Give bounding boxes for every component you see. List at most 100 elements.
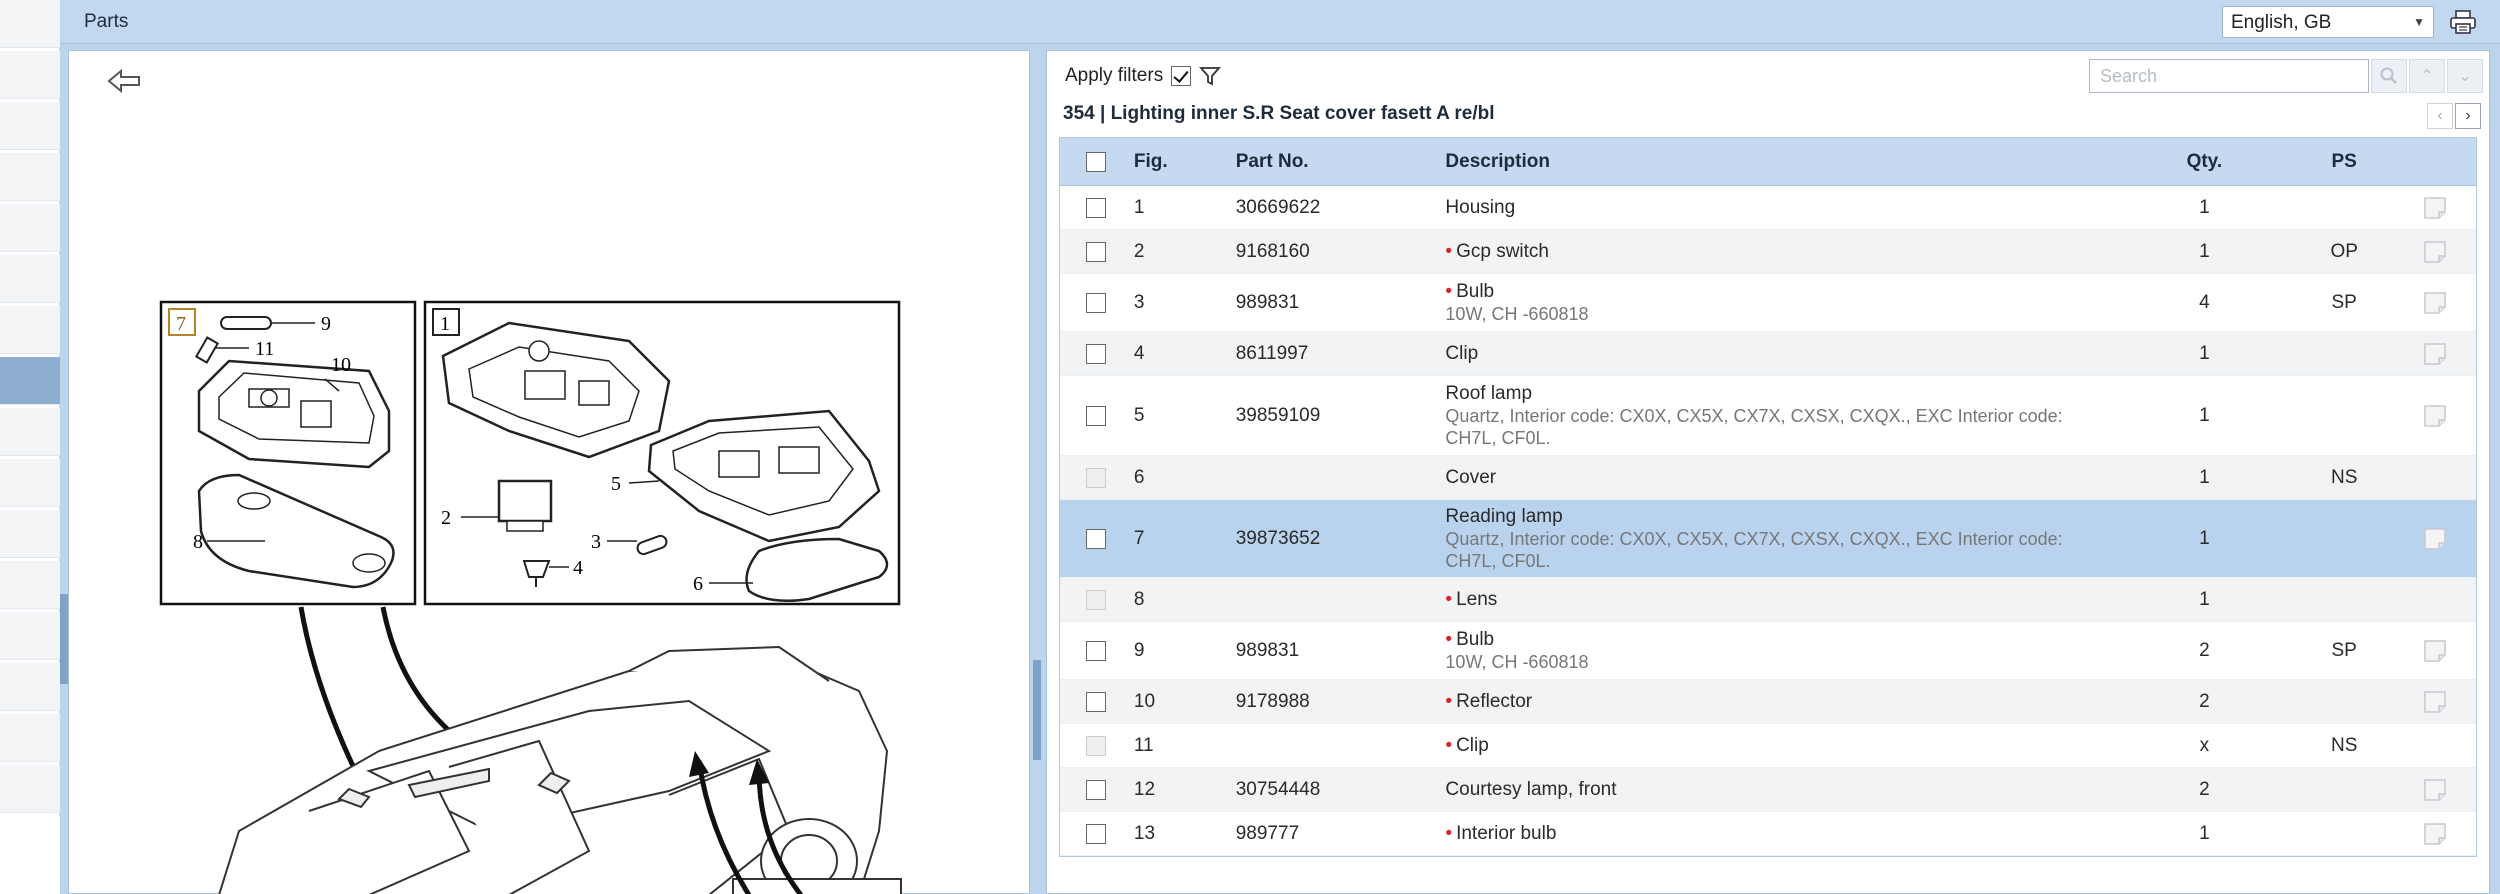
description-text: Bulb: [1456, 628, 1495, 650]
cell-description: • Interior bulb: [1445, 823, 2084, 845]
header-fig[interactable]: Fig.: [1132, 151, 1236, 173]
search-prev-button[interactable]: ⌃: [2409, 59, 2445, 93]
header-ps[interactable]: PS: [2264, 151, 2394, 173]
nav-item[interactable]: [0, 306, 60, 354]
nav-item[interactable]: [0, 612, 60, 660]
table-row[interactable]: 6 Cover 1 NS: [1060, 456, 2476, 500]
note-icon[interactable]: [2422, 290, 2448, 316]
row-checkbox[interactable]: [1085, 640, 1106, 661]
row-checkbox[interactable]: [1085, 197, 1106, 218]
nav-item[interactable]: [0, 663, 60, 711]
search-input[interactable]: [2089, 59, 2369, 93]
description-text: Roof lamp: [1445, 382, 1533, 404]
row-checkbox[interactable]: [1085, 779, 1106, 800]
search-button[interactable]: [2371, 59, 2407, 93]
chevron-left-icon: ‹: [2437, 107, 2443, 124]
nav-item-active[interactable]: [0, 357, 60, 405]
filter-icon[interactable]: [1199, 65, 1222, 87]
cell-description: • Lens: [1445, 589, 2084, 611]
nav-item[interactable]: [0, 0, 60, 48]
note-icon[interactable]: [2422, 689, 2448, 715]
callout-10: 10: [331, 354, 351, 376]
table-row[interactable]: 8 • Lens 1: [1060, 578, 2476, 622]
note-icon[interactable]: [2422, 821, 2448, 847]
table-row[interactable]: 10 9178988 • Reflector 2: [1060, 680, 2476, 724]
nav-item[interactable]: [0, 255, 60, 303]
exploded-diagram[interactable]: 7 9 11 10 8 1 2 4 3 5 6: [69, 51, 1031, 894]
table-row[interactable]: 5 39859109 Roof lamp Quartz, Interior code:…: [1060, 376, 2476, 456]
bullet-icon: •: [1445, 628, 1453, 650]
apply-filters-label: Apply filters: [1065, 65, 1164, 86]
nav-item[interactable]: [0, 510, 60, 558]
parts-table: Fig. Part No. Description Qty. PS 1 30669…: [1059, 137, 2477, 857]
description-detail: Quartz, Interior code: CX0X, CX5X, CX7X,…: [1445, 528, 2063, 571]
note-icon[interactable]: [2422, 403, 2448, 429]
row-checkbox[interactable]: [1085, 241, 1106, 262]
panel-splitter[interactable]: [1031, 50, 1044, 894]
prev-group-button[interactable]: ‹: [2427, 103, 2453, 129]
select-all-checkbox[interactable]: [1085, 151, 1106, 172]
cell-qty: 1: [2199, 196, 2210, 218]
bullet-icon: •: [1445, 822, 1453, 844]
table-row[interactable]: 9 989831 • Bulb 10W, CH -660818 2 SP: [1060, 622, 2476, 680]
nav-item[interactable]: [0, 408, 60, 456]
header-part-no[interactable]: Part No.: [1236, 151, 1446, 173]
table-row[interactable]: 2 9168160 • Gcp switch 1 OP: [1060, 230, 2476, 274]
cell-ps: SP: [2331, 291, 2357, 313]
cell-ps: OP: [2330, 240, 2358, 262]
apply-filters-checkbox[interactable]: [1171, 66, 1192, 86]
nav-item[interactable]: [0, 102, 60, 150]
print-button[interactable]: [2446, 6, 2480, 38]
note-icon[interactable]: [2422, 638, 2448, 664]
nav-item[interactable]: [0, 51, 60, 99]
note-icon[interactable]: [2422, 239, 2448, 265]
cell-fig: 9: [1133, 639, 1145, 661]
description-detail: Quartz, Interior code: CX0X, CX5X, CX7X,…: [1445, 405, 2063, 448]
row-checkbox[interactable]: [1085, 343, 1106, 364]
table-row[interactable]: 11 • Clip x NS: [1060, 724, 2476, 768]
table-row[interactable]: 7 39873652 Reading lamp Quartz, Interior co…: [1060, 500, 2476, 578]
header-description[interactable]: Description: [1445, 151, 2084, 173]
note-icon[interactable]: [2422, 341, 2448, 367]
cell-part-no: 989831: [1235, 291, 1300, 313]
collapse-handle-left[interactable]: [60, 594, 68, 684]
cell-fig: 2: [1133, 240, 1145, 262]
nav-item[interactable]: [0, 204, 60, 252]
language-select[interactable]: English, GB ▼: [2222, 6, 2434, 38]
table-row[interactable]: 13 989777 • Interior bulb 1: [1060, 812, 2476, 856]
nav-item[interactable]: [0, 153, 60, 201]
back-arrow-icon[interactable]: [107, 68, 140, 94]
chevron-up-icon: ⌃: [2420, 68, 2434, 85]
table-row[interactable]: 3 989831 • Bulb 10W, CH -660818 4 SP: [1060, 274, 2476, 332]
description-detail: 10W, CH -660818: [1445, 303, 1589, 324]
row-checkbox[interactable]: [1085, 691, 1106, 712]
row-checkbox: [1085, 589, 1106, 610]
nav-item[interactable]: [0, 765, 60, 813]
note-icon[interactable]: [2422, 526, 2448, 552]
row-checkbox[interactable]: [1085, 823, 1106, 844]
row-checkbox[interactable]: [1085, 405, 1106, 426]
table-row[interactable]: 4 8611997 Clip 1: [1060, 332, 2476, 376]
nav-item[interactable]: [0, 714, 60, 762]
header-qty[interactable]: Qty.: [2084, 151, 2264, 173]
note-icon[interactable]: [2422, 777, 2448, 803]
search-next-button[interactable]: ⌄: [2447, 59, 2483, 93]
diagram-panel: 7 9 11 10 8 1 2 4 3 5 6: [68, 50, 1030, 894]
row-checkbox[interactable]: [1085, 292, 1106, 313]
table-row[interactable]: 12 30754448 Courtesy lamp, front 2: [1060, 768, 2476, 812]
nav-item[interactable]: [0, 561, 60, 609]
note-icon[interactable]: [2422, 195, 2448, 221]
next-group-button[interactable]: ›: [2455, 103, 2481, 129]
cell-qty: 2: [2199, 690, 2210, 712]
cell-qty: 1: [2199, 527, 2210, 549]
cell-qty: 1: [2199, 404, 2210, 426]
table-row[interactable]: 1 30669622 Housing 1: [1060, 186, 2476, 230]
cell-description: Reading lamp Quartz, Interior code: CX0X,…: [1445, 506, 2084, 572]
nav-item[interactable]: [0, 459, 60, 507]
cell-part-no: 39859109: [1235, 404, 1321, 426]
printer-icon: [2450, 10, 2476, 34]
row-checkbox[interactable]: [1085, 528, 1106, 549]
splitter-grip[interactable]: [1033, 660, 1041, 760]
description-text: Courtesy lamp, front: [1445, 778, 1617, 800]
cell-description: Courtesy lamp, front: [1445, 779, 2084, 801]
